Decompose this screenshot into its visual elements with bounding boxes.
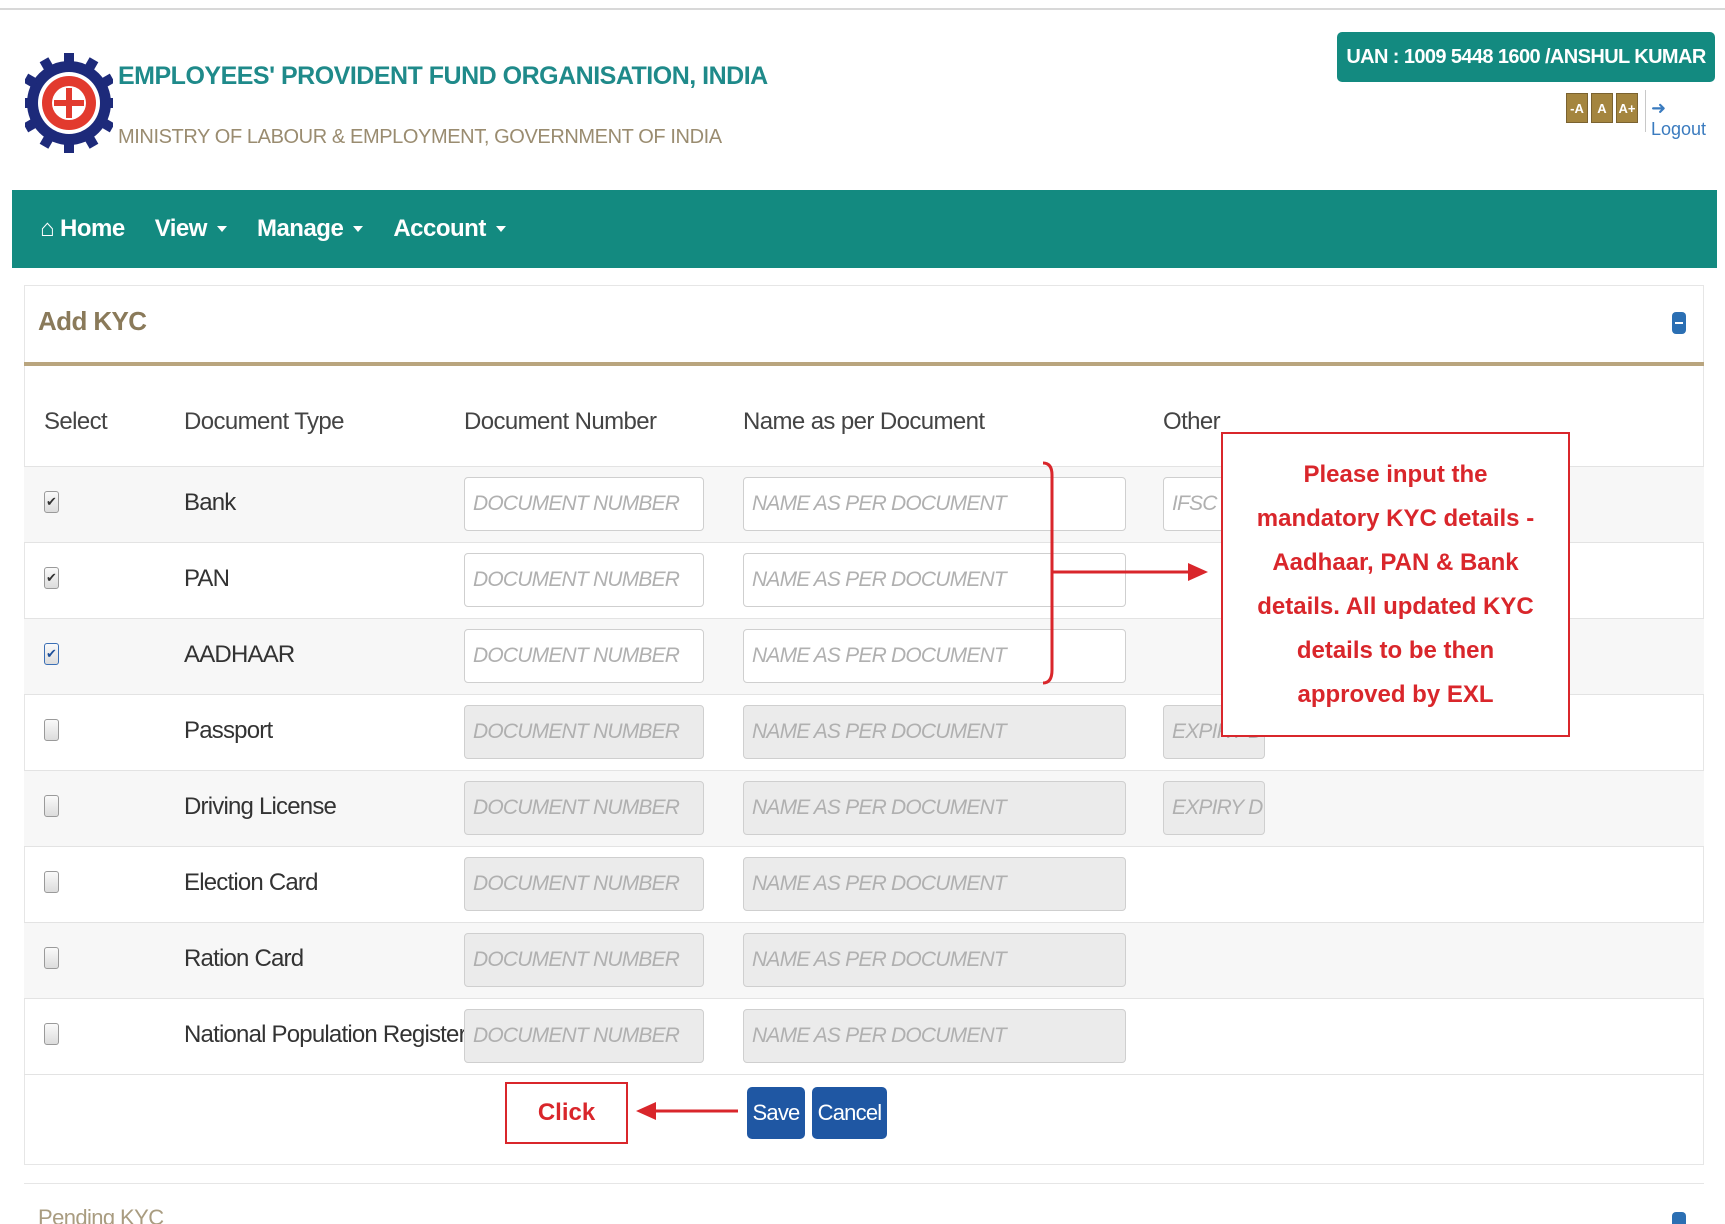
org-title: EMPLOYEES' PROVIDENT FUND ORGANISATION, … — [118, 62, 768, 90]
table-row: Election Card — [24, 846, 1704, 922]
click-callout: Click — [505, 1082, 628, 1144]
doc-type-label: Passport — [184, 717, 273, 744]
select-checkbox[interactable] — [44, 947, 59, 969]
nav-account-label: Account — [393, 215, 486, 242]
doc-number-input[interactable] — [464, 477, 704, 531]
logout-link[interactable]: ➜ Logout — [1651, 98, 1725, 140]
epfo-logo — [25, 53, 113, 153]
doc-name-input[interactable] — [743, 553, 1126, 607]
callout-text: Please input the mandatory KYC details -… — [1256, 460, 1535, 708]
font-normal-button[interactable]: A — [1591, 93, 1613, 123]
doc-number-input[interactable] — [464, 553, 704, 607]
doc-number-input[interactable] — [464, 933, 704, 987]
table-row: National Population Register — [24, 998, 1704, 1074]
select-checkbox[interactable] — [44, 643, 59, 665]
col-header-name: Name as per Document — [743, 408, 985, 435]
doc-number-input[interactable] — [464, 1009, 704, 1063]
caret-down-icon — [216, 226, 227, 232]
col-header-other: Other — [1163, 408, 1221, 435]
doc-name-input[interactable] — [743, 629, 1126, 683]
select-checkbox[interactable] — [44, 491, 59, 513]
select-checkbox[interactable] — [44, 871, 59, 893]
org-subtitle: MINISTRY OF LABOUR & EMPLOYMENT, GOVERNM… — [118, 126, 722, 148]
doc-type-label: National Population Register — [184, 1021, 467, 1048]
doc-number-input[interactable] — [464, 629, 704, 683]
doc-type-label: Ration Card — [184, 945, 304, 972]
save-button[interactable]: Save — [747, 1087, 805, 1139]
doc-name-input[interactable] — [743, 477, 1126, 531]
expiry-date-input[interactable] — [1163, 781, 1265, 835]
nav-home[interactable]: ⌂ Home — [40, 215, 125, 243]
logout-icon: ➜ — [1651, 98, 1667, 118]
pending-kyc-panel — [24, 1183, 1704, 1224]
uan-badge: UAN : 1009 5448 1600 /ANSHUL KUMAR SINGH — [1337, 32, 1715, 118]
doc-type-label: AADHAAR — [184, 641, 295, 668]
top-border — [0, 0, 1725, 10]
nav-home-label: Home — [60, 215, 125, 242]
doc-number-input[interactable] — [464, 857, 704, 911]
doc-name-input[interactable] — [743, 1009, 1126, 1063]
collapse-icon[interactable] — [1672, 1212, 1686, 1224]
home-icon: ⌂ — [40, 215, 55, 242]
nav-account[interactable]: Account — [393, 215, 506, 243]
nav-manage-label: Manage — [256, 215, 344, 242]
doc-name-input[interactable] — [743, 781, 1126, 835]
table-row: Ration Card — [24, 922, 1704, 998]
col-header-doc-type: Document Type — [184, 408, 344, 435]
select-checkbox[interactable] — [44, 795, 59, 817]
font-decrease-button[interactable]: -A — [1566, 93, 1588, 123]
doc-type-label: Bank — [184, 489, 236, 516]
kyc-instruction-callout: Please input the mandatory KYC details -… — [1221, 432, 1570, 737]
panel-title: Add KYC — [38, 306, 147, 336]
select-checkbox[interactable] — [44, 567, 59, 589]
caret-down-icon — [353, 226, 364, 232]
doc-type-label: Driving License — [184, 793, 337, 820]
col-header-doc-number: Document Number — [464, 408, 657, 435]
select-checkbox[interactable] — [44, 1023, 59, 1045]
panel-divider — [24, 362, 1704, 366]
table-bottom-border — [24, 1074, 1704, 1075]
doc-name-input[interactable] — [743, 857, 1126, 911]
nav-manage[interactable]: Manage — [256, 215, 364, 243]
font-increase-button[interactable]: A+ — [1616, 93, 1638, 123]
doc-number-input[interactable] — [464, 781, 704, 835]
logout-divider — [1645, 90, 1646, 132]
pending-kyc-title: Pending KYC — [38, 1205, 164, 1224]
collapse-icon[interactable] — [1672, 312, 1686, 334]
doc-name-input[interactable] — [743, 933, 1126, 987]
col-header-select: Select — [44, 408, 108, 435]
nav-view[interactable]: View — [155, 215, 227, 243]
doc-number-input[interactable] — [464, 705, 704, 759]
logout-label: Logout — [1651, 119, 1707, 139]
doc-type-label: PAN — [184, 565, 230, 592]
cancel-button[interactable]: Cancel — [812, 1087, 887, 1139]
font-size-controls: -A A A+ — [1566, 93, 1638, 123]
doc-name-input[interactable] — [743, 705, 1126, 759]
table-row: Driving License — [24, 770, 1704, 846]
caret-down-icon — [495, 226, 506, 232]
doc-type-label: Election Card — [184, 869, 318, 896]
select-checkbox[interactable] — [44, 719, 59, 741]
main-navbar: ⌂ Home View Manage Account — [12, 190, 1717, 268]
nav-view-label: View — [154, 215, 208, 242]
